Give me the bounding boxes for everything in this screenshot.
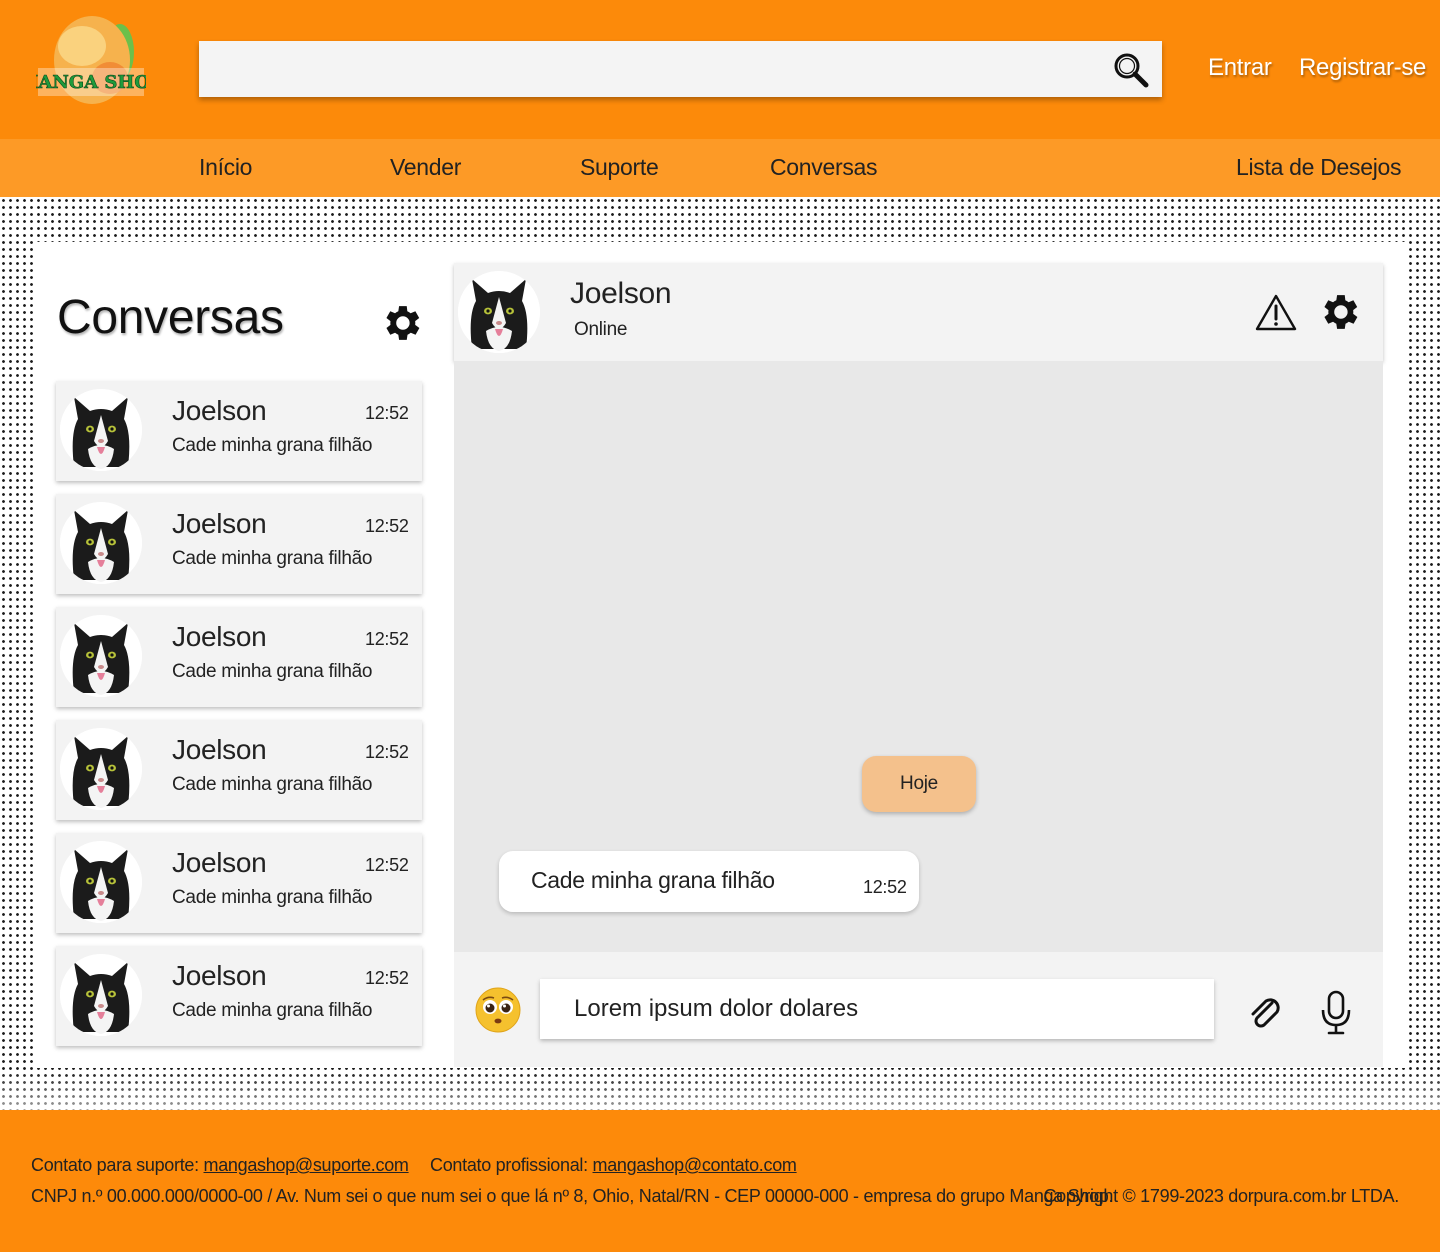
- day-separator-badge: Hoje: [862, 756, 976, 812]
- magnifier-icon: [1114, 53, 1149, 88]
- conversation-name: Joelson: [172, 621, 267, 652]
- chat-settings-button[interactable]: [1316, 289, 1362, 335]
- support-email-link[interactable]: mangashop@suporte.com: [204, 1155, 409, 1175]
- search-input[interactable]: [199, 41, 1099, 97]
- contact-status: Online: [574, 319, 628, 340]
- conversations-title: Conversas: [57, 291, 284, 344]
- message-bubble[interactable]: Cade minha grana filhão 12:52: [499, 851, 919, 912]
- nav-item-suporte[interactable]: Suporte: [580, 154, 659, 181]
- footer-legal-text: CNPJ n.º 00.000.000/0000-00 / Av. Num se…: [31, 1186, 1114, 1206]
- avatar: [60, 615, 142, 697]
- conversation-name: Joelson: [172, 508, 267, 539]
- avatar: [60, 728, 142, 810]
- conversation-item[interactable]: Joelson 12:52 Cade minha grana filhão: [56, 381, 422, 481]
- footer-copyright: Copyright © 1799-2023 dorpura.com.br LTD…: [1043, 1186, 1399, 1206]
- gear-icon: [378, 300, 424, 346]
- avatar: [60, 841, 142, 923]
- conversation-time: 12:52: [365, 855, 409, 875]
- conversation-item[interactable]: Joelson 12:52 Cade minha grana filhão: [56, 607, 422, 707]
- conversations-settings-button[interactable]: [378, 300, 424, 346]
- conversation-name: Joelson: [172, 960, 267, 991]
- conversation-preview: Cade minha grana filhão: [172, 435, 373, 456]
- search-button[interactable]: [1112, 51, 1150, 89]
- conversation-preview: Cade minha grana filhão: [172, 887, 373, 908]
- emoji-button[interactable]: [474, 986, 522, 1034]
- logo-text: MANGA SHOP: [36, 72, 146, 93]
- conversation-name: Joelson: [172, 847, 267, 878]
- conversation-time: 12:52: [365, 629, 409, 649]
- conversation-item[interactable]: Joelson 12:52 Cade minha grana filhão: [56, 720, 422, 820]
- nav-item-vender[interactable]: Vender: [390, 154, 461, 181]
- nav-item-conversas[interactable]: Conversas: [770, 154, 878, 181]
- nav-item-lista-de-desejos[interactable]: Lista de Desejos: [1236, 154, 1402, 181]
- report-button[interactable]: [1254, 293, 1298, 333]
- conversation-preview: Cade minha grana filhão: [172, 548, 373, 569]
- conversation-time: 12:52: [365, 968, 409, 988]
- contact-avatar[interactable]: [458, 271, 540, 353]
- footer-contacts: Contato para suporte: mangashop@suporte.…: [31, 1155, 797, 1176]
- conversation-item[interactable]: Joelson 12:52 Cade minha grana filhão: [56, 946, 422, 1046]
- conversation-time: 12:52: [365, 516, 409, 536]
- avatar: [60, 954, 142, 1036]
- avatar: [60, 389, 142, 471]
- contact-name: Joelson: [570, 277, 672, 310]
- message-time: 12:52: [863, 877, 907, 897]
- conversation-item[interactable]: Joelson 12:52 Cade minha grana filhão: [56, 494, 422, 594]
- microphone-button[interactable]: [1318, 990, 1354, 1036]
- conversation-time: 12:52: [365, 403, 409, 423]
- message-text: Cade minha grana filhão: [531, 867, 775, 893]
- pleading-face-icon: [475, 987, 521, 1033]
- message-input[interactable]: [540, 979, 1214, 1039]
- chat-header: Joelson Online: [454, 263, 1383, 361]
- conversation-name: Joelson: [172, 395, 267, 426]
- attach-button[interactable]: [1245, 993, 1285, 1033]
- conversation-name: Joelson: [172, 734, 267, 765]
- professional-contact-label: Contato profissional:: [430, 1155, 588, 1175]
- nav-item-inicio[interactable]: Início: [199, 154, 252, 181]
- professional-email-link[interactable]: mangashop@contato.com: [593, 1155, 797, 1175]
- search-bar[interactable]: [199, 41, 1162, 97]
- conversation-time: 12:52: [365, 742, 409, 762]
- conversation-preview: Cade minha grana filhão: [172, 1000, 373, 1021]
- support-contact-label: Contato para suporte:: [31, 1155, 199, 1175]
- conversation-item[interactable]: Joelson 12:52 Cade minha grana filhão: [56, 833, 422, 933]
- paperclip-icon: [1251, 998, 1280, 1028]
- conversation-preview: Cade minha grana filhão: [172, 774, 373, 795]
- register-link[interactable]: Registrar-se: [1299, 54, 1426, 82]
- gear-icon: [1316, 289, 1362, 335]
- login-link[interactable]: Entrar: [1208, 54, 1272, 82]
- footer: [0, 1110, 1440, 1252]
- warning-triangle-icon: [1255, 294, 1297, 331]
- microphone-icon: [1321, 990, 1351, 1035]
- conversation-preview: Cade minha grana filhão: [172, 661, 373, 682]
- manga-shop-logo[interactable]: MANGA SHOP: [18, 14, 164, 106]
- avatar: [60, 502, 142, 584]
